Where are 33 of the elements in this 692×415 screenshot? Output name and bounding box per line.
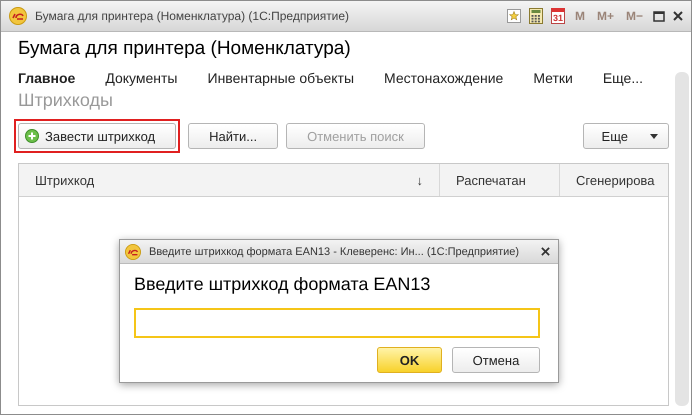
tab[interactable]: Метки xyxy=(533,70,573,86)
add-barcode-button[interactable]: Завести штрихкод xyxy=(18,123,176,149)
maximize-icon[interactable] xyxy=(653,10,665,22)
form-title: Бумага для принтера (Номенклатура) xyxy=(18,38,352,60)
window-title: Бумага для принтера (Номенклатура) (1С:Предприятие) xyxy=(35,9,350,23)
ok-button[interactable]: OK xyxy=(377,347,442,373)
tab[interactable]: Документы xyxy=(105,70,178,86)
sort-arrow-icon: ↓ xyxy=(416,172,423,188)
star-icon[interactable] xyxy=(506,9,521,23)
dialog-prompt: Введите штрихкод формата EAN13 xyxy=(134,274,432,295)
close-icon[interactable] xyxy=(673,11,683,21)
column-header[interactable]: Штрихкод ↓ xyxy=(19,164,439,196)
scrollbar[interactable] xyxy=(675,72,689,406)
tab[interactable]: Местонахождение xyxy=(384,70,504,86)
section-title: Штрихкоды xyxy=(18,90,114,111)
app-logo-icon xyxy=(125,244,141,260)
tab[interactable]: Еще... xyxy=(602,70,643,86)
plus-icon xyxy=(25,129,39,143)
tab[interactable]: Инвентарные объекты xyxy=(208,70,354,86)
tab[interactable]: Главное xyxy=(18,70,76,86)
calculator-icon[interactable] xyxy=(528,8,543,24)
close-icon[interactable] xyxy=(541,247,550,256)
dropdown-caret-icon xyxy=(650,134,658,138)
column-header[interactable]: Распечатан xyxy=(439,164,559,196)
cancel-button[interactable]: Отмена xyxy=(452,347,540,373)
column-header[interactable]: Сгенерирова xyxy=(559,164,668,196)
column-title: Штрихкод xyxy=(35,172,96,188)
toolbar-button[interactable]: Найти... xyxy=(188,123,278,149)
app-logo-icon xyxy=(9,7,27,25)
more-menu-button[interactable]: Еще xyxy=(582,123,669,149)
barcode-input[interactable] xyxy=(134,308,540,338)
dialog-title: Введите штрихкод формата EAN13 - Клеверенс: Ин... (1С:Предприятие) xyxy=(149,246,520,258)
calendar-button[interactable]: 31 xyxy=(550,8,565,24)
